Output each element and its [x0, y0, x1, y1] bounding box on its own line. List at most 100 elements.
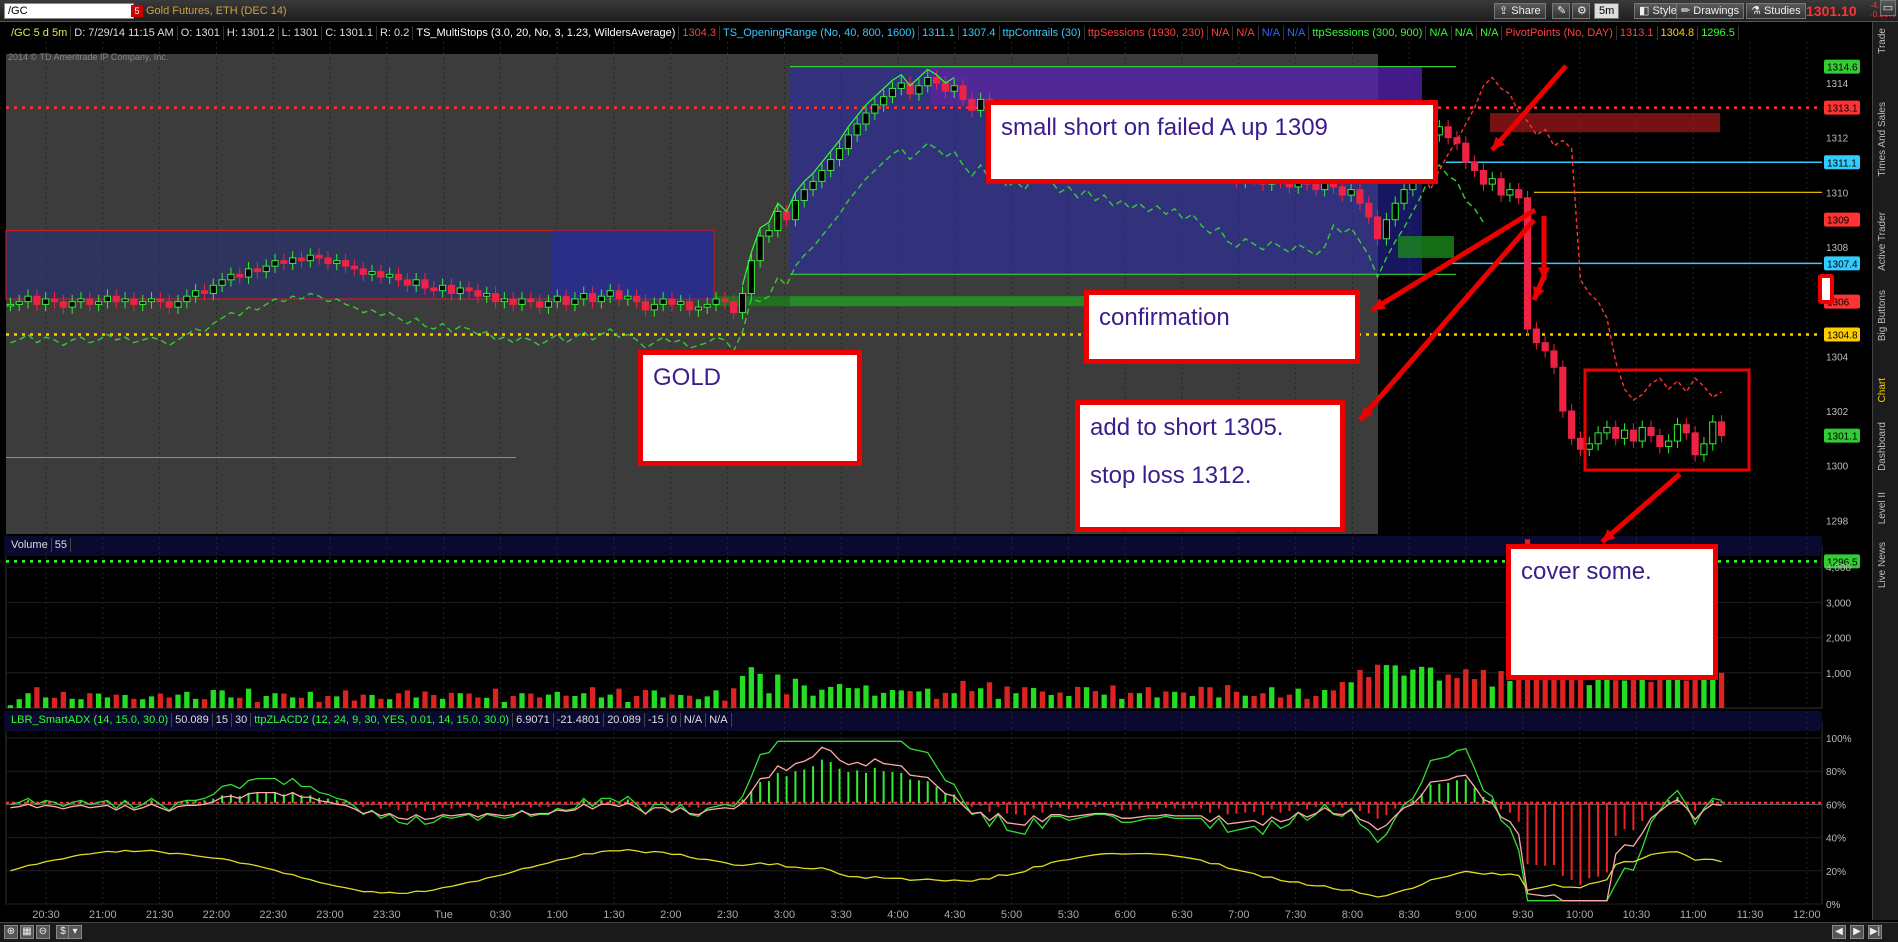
price-label-text: 1309 [1827, 216, 1850, 227]
studies-button[interactable]: ⚗ Studies [1746, 3, 1806, 19]
study-item-6[interactable]: R: 0.2 [377, 26, 414, 40]
study-item-4[interactable]: L: 1301 [279, 26, 323, 40]
scroll-end-icon[interactable]: ▶| [1868, 925, 1882, 939]
zoom-icon[interactable]: ⊕ [4, 925, 18, 939]
x-tick-label: 7:30 [1285, 909, 1306, 921]
settings-icon[interactable]: ⚙ [1572, 3, 1590, 19]
study-item-10[interactable]: 1311.1 [919, 26, 959, 40]
study-item-17[interactable]: N/A [1284, 26, 1310, 40]
sidebar-tab-live-news[interactable]: Live News [1877, 542, 1895, 588]
candle-body [412, 279, 420, 286]
study-item-22[interactable]: PivotPoints (No, DAY) [1502, 26, 1617, 40]
interval-button[interactable]: 5m [1594, 3, 1620, 19]
candle-body [738, 292, 747, 314]
study-item-13[interactable]: ttpSessions (1930, 230) [1085, 26, 1208, 40]
study-item-7[interactable]: TS_MultiStops (3.0, 20, No, 3, 1.23, Wil… [413, 26, 680, 40]
osc-item-4[interactable]: ttpZLACD2 (12, 24, 9, 30, YES, 0.01, 14,… [251, 713, 514, 727]
scroll-right-icon[interactable]: ▶ [1850, 925, 1864, 939]
volume-bar [828, 686, 834, 708]
note-small-short[interactable]: small short on failed A up 1309 [986, 100, 1438, 184]
candle-body [192, 290, 200, 297]
volume-bar [554, 691, 560, 708]
x-tick-label: 10:30 [1623, 909, 1651, 921]
candle-body [1585, 443, 1593, 450]
candle-body [1691, 432, 1699, 456]
study-item-20[interactable]: N/A [1452, 26, 1478, 40]
sidebar-tab-trade[interactable]: Trade [1877, 28, 1895, 54]
volume-label[interactable]: Volume 55 [8, 538, 71, 554]
candle-body [77, 298, 85, 303]
study-item-2[interactable]: O: 1301 [178, 26, 224, 40]
volume-bar [369, 694, 375, 708]
study-item-3[interactable]: H: 1301.2 [224, 26, 279, 40]
sidebar-tab-level-ii[interactable]: Level II [1877, 492, 1895, 524]
oscillator-label[interactable]: LBR_SmartADX (14, 15.0, 30.0) 50.089 15 30 t… [8, 713, 732, 729]
note-add-short[interactable]: add to short 1305. stop loss 1312. [1075, 400, 1345, 532]
volume-bar [43, 697, 49, 708]
note-gold[interactable]: GOLD [638, 350, 862, 466]
osc-item-1[interactable]: 50.089 [172, 713, 213, 727]
symbol-link-badge[interactable]: 5 [131, 5, 143, 17]
sidebar-tab-big-buttons[interactable]: Big Buttons [1877, 290, 1895, 341]
osc-item-8[interactable]: -15 [645, 713, 668, 727]
osc-item-10[interactable]: N/A [681, 713, 707, 727]
study-item-8[interactable]: 1304.3 [679, 26, 721, 40]
annotation-handle[interactable] [1818, 274, 1834, 304]
candle-body [315, 254, 323, 259]
zoom-out-icon[interactable]: ⊖ [36, 925, 50, 939]
study-item-0[interactable]: /GC 5 d 5m [8, 26, 72, 40]
study-item-19[interactable]: N/A [1426, 26, 1452, 40]
osc-item-5[interactable]: 6.9071 [513, 713, 554, 727]
x-tick-label: 20:30 [32, 909, 60, 921]
study-item-15[interactable]: N/A [1233, 26, 1259, 40]
candle-body [606, 290, 614, 297]
volume-bar [1101, 694, 1107, 708]
volume-bar [607, 694, 613, 708]
note-cover[interactable]: cover some. [1506, 544, 1718, 680]
study-item-24[interactable]: 1304.8 [1658, 26, 1699, 40]
volume-bar [1163, 691, 1169, 708]
note-small-short-text: small short on failed A up 1309 [1001, 114, 1328, 141]
sidebar-tab-times-and-sales[interactable]: Times And Sales [1877, 102, 1895, 177]
grid-icon[interactable]: ▦ [20, 925, 34, 939]
study-item-5[interactable]: C: 1301.1 [322, 26, 377, 40]
volume-bar [281, 693, 287, 708]
scroll-left-icon[interactable]: ◀ [1832, 925, 1846, 939]
osc-item-7[interactable]: 20.089 [604, 713, 645, 727]
chart-canvas[interactable]: 20:30 21:00 21:30 22:00 22:30 23:00 23:30 Tue 0:… [0, 0, 1898, 942]
dropdown-icon[interactable]: ▾ [68, 925, 82, 939]
study-item-12[interactable]: ttpContrails (30) [1000, 26, 1085, 40]
study-item-14[interactable]: N/A [1208, 26, 1234, 40]
study-item-11[interactable]: 1307.4 [959, 26, 1000, 40]
volume-bar [1621, 680, 1628, 708]
candle-body [6, 303, 14, 307]
style-button[interactable]: ◧ Style [1634, 3, 1682, 19]
sidebar-tab-dashboard[interactable]: Dashboard [1877, 422, 1895, 471]
candle-body [1374, 216, 1382, 240]
volume-bar [1013, 693, 1019, 708]
drawings-button[interactable]: ✏ Drawings [1676, 3, 1745, 19]
volume-bar [889, 690, 896, 708]
osc-item-11[interactable]: N/A [706, 713, 732, 727]
study-item-9[interactable]: TS_OpeningRange (No, 40, 800, 1600) [720, 26, 920, 40]
volume-bar [1436, 680, 1442, 708]
osc-item-3[interactable]: 30 [232, 713, 252, 727]
sidebar-tab-active-trader[interactable]: Active Trader [1877, 212, 1895, 271]
study-item-16[interactable]: N/A [1259, 26, 1285, 40]
osc-item-2[interactable]: 15 [213, 713, 233, 727]
sidebar-tab-chart[interactable]: Chart [1877, 378, 1895, 402]
share-button[interactable]: ⇪ Share [1494, 3, 1546, 19]
study-item-21[interactable]: N/A [1477, 26, 1503, 40]
maximize-icon[interactable]: ▭ [1880, 0, 1896, 16]
symbol-input[interactable]: /GC [4, 3, 134, 19]
wrench-icon[interactable]: ✎ [1552, 3, 1570, 19]
osc-item-0[interactable]: LBR_SmartADX (14, 15.0, 30.0) [8, 713, 173, 727]
study-item-25[interactable]: 1296.5 [1698, 26, 1739, 40]
study-item-23[interactable]: 1313.1 [1617, 26, 1658, 40]
study-item-18[interactable]: ttpSessions (300, 900) [1309, 26, 1427, 40]
volume-bar [1489, 686, 1495, 708]
study-item-1[interactable]: D: 7/29/14 11:15 AM [71, 26, 178, 40]
note-confirmation[interactable]: confirmation [1084, 290, 1360, 364]
osc-item-9[interactable]: 0 [668, 713, 681, 727]
osc-item-6[interactable]: -21.4801 [554, 713, 605, 727]
